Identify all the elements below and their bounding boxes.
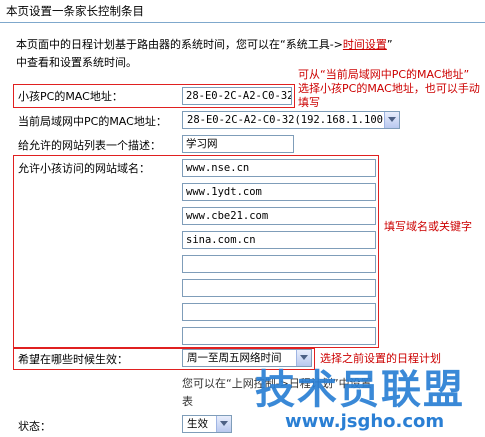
child-mac-label: 小孩PC的MAC地址：: [18, 90, 123, 103]
schedule-hint-2: 表: [182, 395, 193, 408]
child-mac-input[interactable]: 28-E0-2C-A2-C0-32: [182, 87, 292, 105]
status-label: 状态：: [18, 420, 51, 433]
site-input-8[interactable]: [182, 327, 376, 345]
intro-text: 本页面中的日程计划基于路由器的系统时间，您可以在“系统工具->时间设置” 中查看…: [16, 36, 456, 72]
intro-suffix: ”: [386, 38, 393, 51]
site-input-3[interactable]: www.cbe21.com: [182, 207, 376, 225]
sites-annotation: 填写域名或关键字: [384, 220, 472, 233]
lan-mac-selected: 28-E0-2C-A2-C0-32(192.168.1.100): [187, 114, 390, 126]
mac-note-line2: 选择小孩PC的MAC地址，也可以手动: [298, 82, 480, 95]
status-selected: 生效: [187, 418, 208, 430]
intro-prefix: 本页面中的日程计划基于路由器的系统时间，您可以在“系统工具->: [16, 38, 343, 51]
watermark-url: www.jsgho.com: [285, 411, 445, 432]
mac-note-line3: 填写: [298, 96, 320, 109]
schedule-select[interactable]: 周一至周五网络时间: [182, 349, 312, 367]
site-input-2[interactable]: www.1ydt.com: [182, 183, 376, 201]
sites-label: 允许小孩访问的网站域名：: [18, 162, 150, 175]
desc-label: 给允许的网站列表一个描述：: [18, 139, 161, 152]
page-title: 本页设置一条家长控制条目: [6, 4, 144, 18]
title-divider: [0, 22, 485, 23]
lan-mac-select[interactable]: 28-E0-2C-A2-C0-32(192.168.1.100): [182, 111, 400, 129]
chevron-down-icon[interactable]: [216, 416, 231, 432]
desc-input[interactable]: 学习网: [182, 135, 294, 153]
mac-annotation: 可从“当前局域网中PC的MAC地址” 选择小孩PC的MAC地址，也可以手动 填写: [298, 68, 480, 110]
site-input-1[interactable]: www.nse.cn: [182, 159, 376, 177]
mac-note-line1: 可从“当前局域网中PC的MAC地址”: [298, 68, 470, 81]
chevron-down-icon[interactable]: [296, 350, 311, 366]
watermark-logo: 技术员联盟: [255, 367, 465, 413]
schedule-selected: 周一至周五网络时间: [187, 352, 282, 364]
chevron-down-icon[interactable]: [384, 112, 399, 128]
schedule-label: 希望在哪些时候生效：: [18, 353, 128, 366]
site-input-7[interactable]: [182, 303, 376, 321]
intro-line2: 中查看和设置系统时间。: [16, 56, 137, 69]
lan-mac-label: 当前局域网中PC的MAC地址：: [18, 115, 167, 128]
time-settings-link[interactable]: 时间设置: [343, 38, 387, 51]
site-input-6[interactable]: [182, 279, 376, 297]
site-input-5[interactable]: [182, 255, 376, 273]
status-select[interactable]: 生效: [182, 415, 232, 433]
site-input-4[interactable]: sina.com.cn: [182, 231, 376, 249]
schedule-annotation: 选择之前设置的日程计划: [320, 352, 441, 365]
